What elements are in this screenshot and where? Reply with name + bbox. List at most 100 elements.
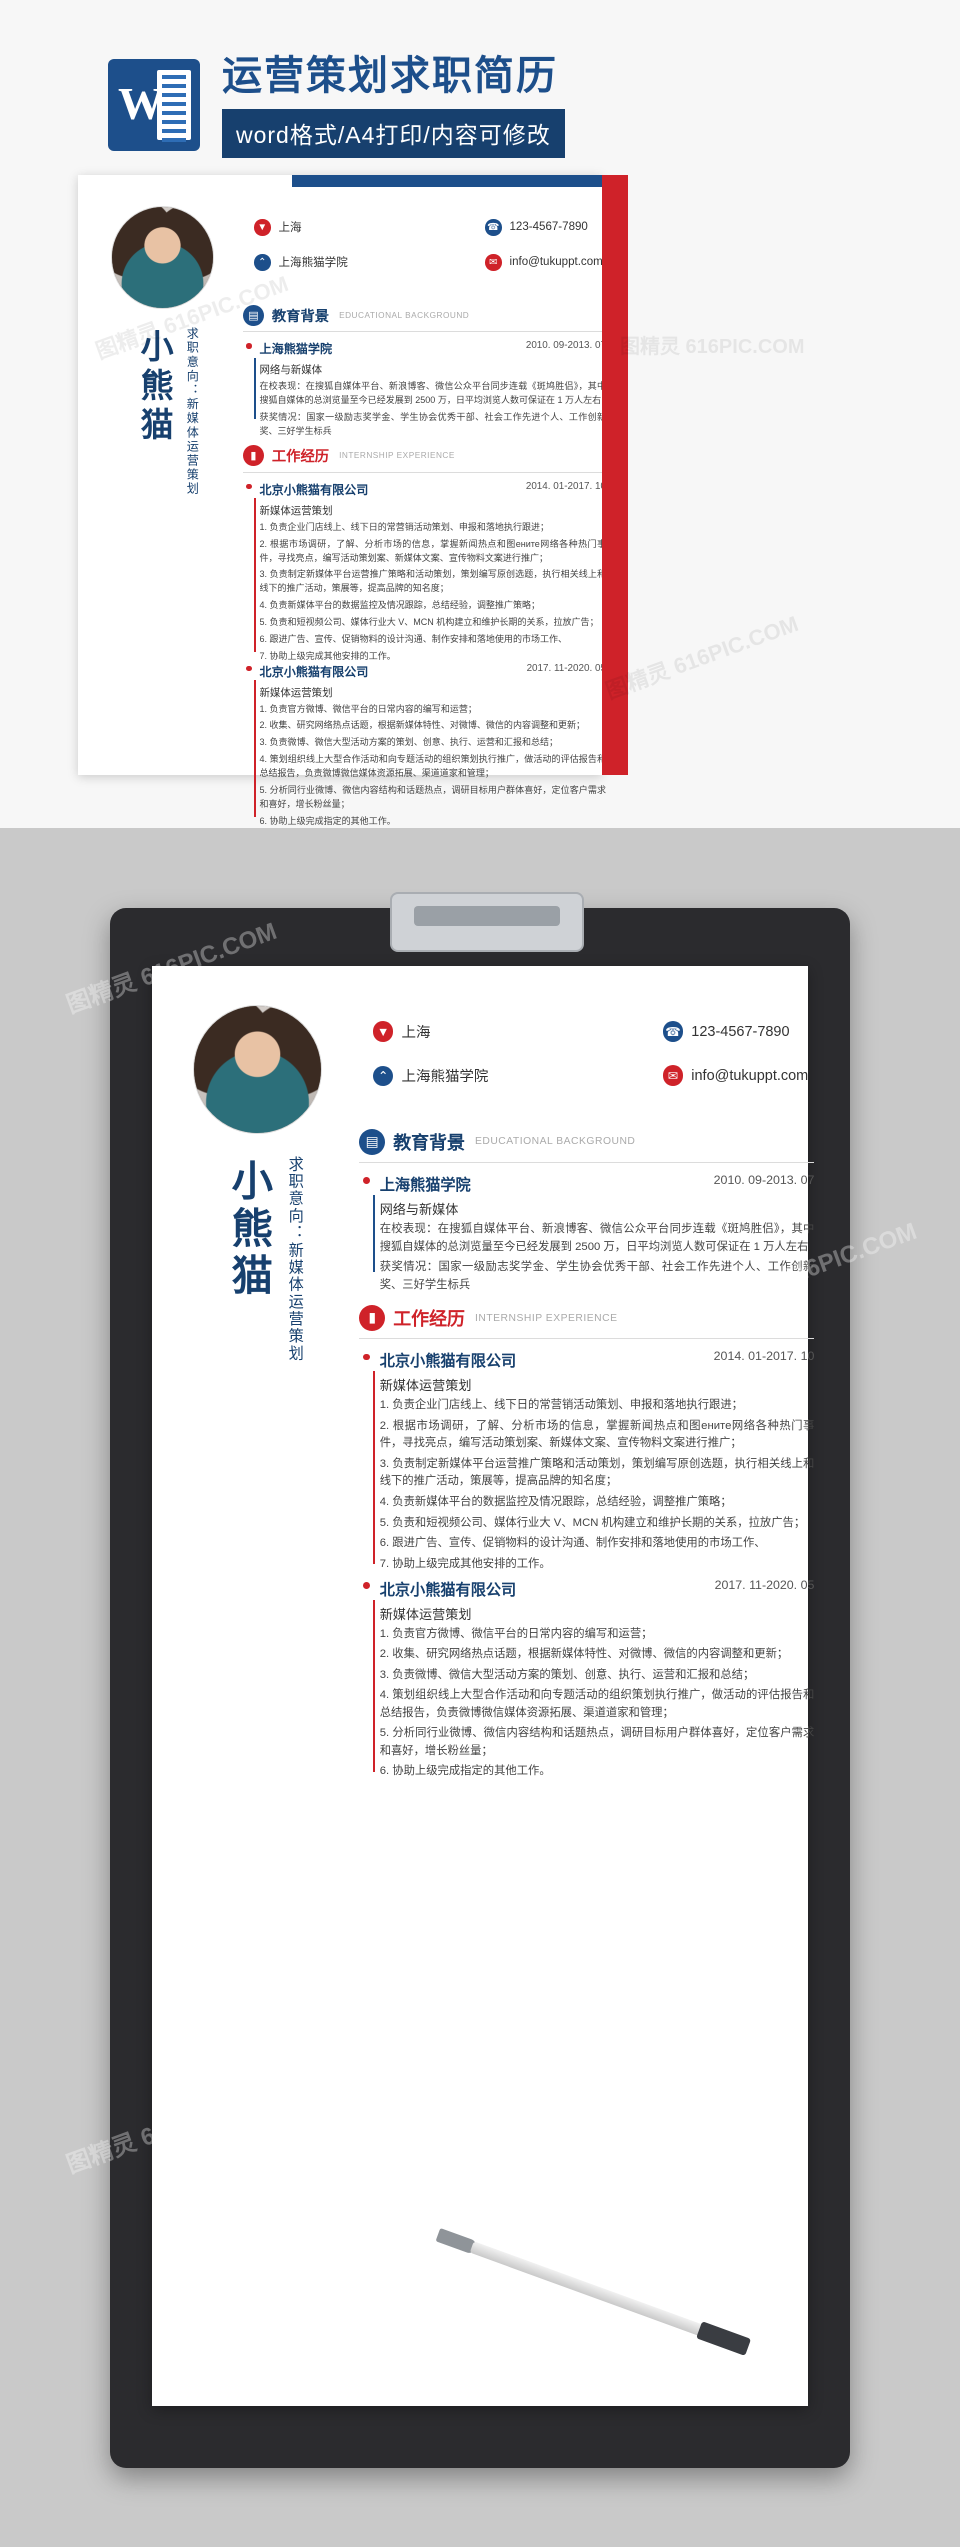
contact-email-icon: ✉ info@tukuppt.com [485,254,603,271]
entry-paragraph: 1. 负责企业门店线上、线下日的常营销活动策划、申报和落地执行跟进； [259,521,550,532]
clipboard: 小熊猫 求职意向：新媒体运营策划 ▼ 上海 ☎ 123-4567-7890 ⌃ 上… [110,892,850,2468]
section-title-en: EDUCATIONAL BACKGROUND [474,1136,636,1148]
entry-role: 新媒体运营策划 [379,1606,472,1622]
entry-paragraph: 1. 负责官方微博、微信平台的日常内容的编写和运营； [259,703,477,714]
entry-paragraph: 在校表现：在搜狐自媒体平台、新浪博客、微信公众平台同步连载《斑鸠胜侣》，其中搜狐… [379,1223,815,1253]
candidate-name: 小熊猫 [136,329,174,446]
email-icon: ✉ [485,254,502,271]
clipboard-clamp [390,892,584,952]
location-icon: ▼ [372,1021,394,1043]
entry-role: 新媒体运营策划 [259,505,333,517]
entry-accent-line [254,498,256,652]
entry-1-0: 北京小熊猫有限公司 2014. 01-2017. 10 新媒体运营策划 1. 负… [380,1349,815,1576]
entry-paragraph: 3. 负责微博、微信大型活动方案的策划、创意、执行、运营和汇报和总结； [259,737,559,748]
entry-role: 网络与新媒体 [379,1202,459,1217]
section-divider [359,1161,815,1163]
entry-paragraph: 3. 负责制定新媒体平台运营推广策略和活动策划，策划编写原创选题，执行相关线上和… [379,1457,815,1488]
watermark: 图精灵 616PIC.COM [602,610,802,704]
word-logo-document-icon [157,70,191,142]
entry-paragraph: 4. 负责新媒体平台的数据监控及情况跟踪，总结经验，调整推广策略； [379,1496,732,1509]
banner-subtitle: word格式/A4打印/内容可修改 [222,108,565,158]
entry-paragraph: 2. 收集、研究网络热点话题，根据新媒体特性、对微博、微信的内容调整和更新； [379,1648,789,1661]
section-title-en: INTERNSHIP EXPERIENCE [339,451,455,461]
book-icon: ▤ [243,304,264,326]
entry-paragraph: 2. 收集、研究网络热点话题，根据新媒体特性、对微博、微信的内容调整和更新； [259,720,586,731]
entry-accent-line [372,1371,375,1564]
entry-date: 2014. 01-2017. 10 [525,480,606,492]
contact-location-icon: ▼ 上海 [254,219,302,236]
section-divider [243,331,606,333]
contact-phone-icon: ☎ 123-4567-7890 [485,219,588,236]
contact-text: info@tukuppt.com [509,256,603,269]
contact-text: 123-4567-7890 [691,1023,790,1040]
resume-sheet-clipboard: 小熊猫 求职意向：新媒体运营策划 ▼ 上海 ☎ 123-4567-7890 ⌃ 上… [152,966,815,2406]
contact-text: 上海熊猫学院 [278,257,348,270]
entry-accent-line [254,680,256,818]
entry-bullet [363,1581,371,1589]
entry-paragraph: 1. 负责官方微博、微信平台的日常内容的编写和运营； [379,1627,653,1640]
entry-bullet [363,1353,371,1361]
entry-paragraph: 7. 协助上级完成其他安排的工作。 [379,1557,551,1570]
contact-education-cap-icon: ⌃ 上海熊猫学院 [254,254,348,271]
entry-paragraph: 6. 协助上级完成指定的其他工作。 [379,1765,551,1778]
banner: W 运营策划求职简历 word格式/A4打印/内容可修改 [108,53,852,158]
entry-role: 新媒体运营策划 [379,1378,472,1394]
entry-1-1: 北京小熊猫有限公司 2017. 11-2020. 05 新媒体运营策划 1. 负… [260,663,607,833]
resume-sheet-flat: 小熊猫 求职意向：新媒体运营策划 ▼ 上海 ☎ 123-4567-7890 ⌃ 上… [78,175,606,826]
section-divider [243,471,606,473]
entry-paragraph: 3. 负责制定新媒体平台运营推广策略和活动策划，策划编写原创选题，执行相关线上和… [259,569,607,594]
section-title-en: EDUCATIONAL BACKGROUND [339,310,470,320]
section-title: 教育背景 [393,1132,465,1153]
entry-organization: 上海熊猫学院 [259,342,333,356]
entry-bullet [363,1177,371,1185]
entry-1-0: 北京小熊猫有限公司 2014. 01-2017. 10 新媒体运营策划 1. 负… [260,481,607,668]
phone-icon: ☎ [485,219,502,236]
entry-paragraph: 2. 根据市场调研，了解、分析市场的信息，掌握新闻热点和图ените网络各种热门… [379,1419,815,1450]
education-cap-icon: ⌃ [372,1065,394,1087]
entry-0-0: 上海熊猫学院 2010. 09-2013. 07 网络与新媒体 在校表现：在搜狐… [260,340,607,442]
section-header-0: ▤ 教育背景 EDUCATIONAL BACKGROUND [359,1128,636,1156]
entry-paragraph: 5. 负责和短视频公司、媒体行业大 V、MCN 机构建立和维护长期的关系，拉放广… [379,1516,806,1529]
entry-paragraph: 在校表现：在搜狐自媒体平台、新浪博客、微信公众平台同步连载《斑鸠胜侣》，其中搜狐… [259,381,607,405]
book-icon: ▤ [359,1128,386,1156]
contact-text: info@tukuppt.com [691,1067,809,1084]
briefcase-icon: ▮ [243,445,264,467]
resume-navy-bar [292,175,602,187]
entry-paragraph: 4. 策划组织线上大型合作活动和向专题活动的组织策划执行推广，做活动的评估报告和… [259,754,607,779]
avatar [193,1004,323,1134]
section-header-1: ▮ 工作经历 INTERNSHIP EXPERIENCE [243,445,455,467]
entry-paragraph: 获奖情况：国家一级励志奖学金、学生协会优秀干部、社会工作先进个人、工作创新奖、三… [379,1261,815,1291]
entry-paragraph: 5. 分析同行业微博、微信内容结构和话题热点，调研目标用户群体喜好，定位客户需求… [259,785,607,810]
entry-accent-line [254,357,256,419]
contact-location-icon: ▼ 上海 [372,1021,431,1043]
location-icon: ▼ [254,219,271,236]
phone-icon: ☎ [662,1021,684,1042]
contact-phone-icon: ☎ 123-4567-7890 [662,1021,790,1042]
entry-organization: 上海熊猫学院 [379,1177,471,1194]
candidate-name: 小熊猫 [225,1159,272,1302]
banner-title: 运营策划求职简历 [222,53,558,98]
entry-organization: 北京小熊猫有限公司 [379,1353,517,1371]
section-header-1: ▮ 工作经历 INTERNSHIP EXPERIENCE [359,1305,617,1332]
entry-date: 2010. 09-2013. 07 [713,1173,815,1187]
entry-paragraph: 6. 跟进广告、宣传、促销物料的设计沟通、制作安排和落地使用的市场工作、 [259,634,568,645]
entry-accent-line [372,1599,375,1772]
education-cap-icon: ⌃ [254,254,271,271]
section-title: 教育背景 [271,308,330,325]
entry-0-0: 上海熊猫学院 2010. 09-2013. 07 网络与新媒体 在校表现：在搜狐… [380,1173,815,1297]
contact-text: 上海 [278,222,302,235]
page-root: W 运营策划求职简历 word格式/A4打印/内容可修改 小熊猫 求职意向：新媒体… [0,0,960,2547]
job-intent: 求职意向：新媒体运营策划 [185,326,200,496]
contact-text: 上海 [401,1025,431,1042]
watermark: 图精灵 616PIC.COM [620,336,805,358]
word-logo-icon: W [108,59,200,151]
entry-organization: 北京小熊猫有限公司 [379,1581,517,1599]
entry-role: 网络与新媒体 [259,365,323,376]
entry-paragraph: 5. 负责和短视频公司、媒体行业大 V、MCN 机构建立和维护长期的关系，拉放广… [259,617,599,628]
briefcase-icon: ▮ [359,1305,386,1332]
entry-date: 2017. 11-2020. 05 [714,1577,815,1592]
entry-date: 2010. 09-2013. 07 [525,340,606,351]
section-header-0: ▤ 教育背景 EDUCATIONAL BACKGROUND [243,304,470,326]
entry-date: 2017. 11-2020. 05 [526,662,606,674]
banner-text: 运营策划求职简历 word格式/A4打印/内容可修改 [222,53,565,158]
